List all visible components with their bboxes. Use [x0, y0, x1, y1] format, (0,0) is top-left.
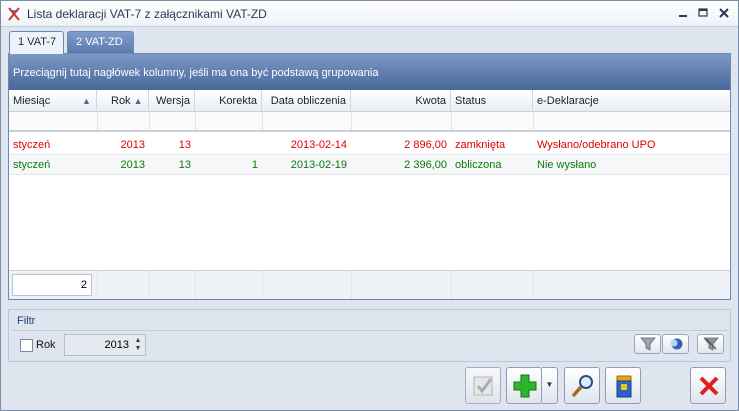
minimize-icon[interactable] [675, 6, 691, 20]
cell-edeklaracje: Nie wysłano [537, 159, 597, 171]
grid-summary-row: 2 [9, 270, 730, 299]
window-title: Lista deklaracji VAT-7 z załącznikami VA… [27, 7, 267, 21]
filter-title: Filtr [17, 315, 36, 327]
grid-header: Miesiąc ▲ Rok ▲ Wersja Korekta Data oblic… [9, 90, 730, 112]
close-button[interactable] [690, 367, 726, 404]
cell-edeklaracje: Wysłano/odebrano UPO [537, 139, 656, 151]
row-count: 2 [12, 274, 92, 296]
app-logo-icon [8, 7, 20, 21]
tab-vatzd[interactable]: 2 VAT-ZD [67, 31, 134, 53]
filter-clear-button[interactable] [697, 334, 724, 354]
year-spinner[interactable]: 2013 ▲ ▼ [64, 334, 146, 356]
tab-vat7[interactable]: 1 VAT-7 [9, 31, 64, 54]
spin-up-icon[interactable]: ▲ [133, 337, 143, 345]
column-label: Rok [111, 95, 131, 107]
cell-rok: 2013 [120, 159, 145, 171]
year-value: 2013 [104, 339, 129, 351]
close-window-icon[interactable] [716, 6, 732, 20]
filter-panel: Filtr Rok 2013 ▲ ▼ [8, 309, 731, 362]
title-bar: Lista deklaracji VAT-7 z załącznikami VA… [1, 1, 738, 27]
cell-miesiac: styczeń [13, 139, 51, 151]
cell-rok: 2013 [120, 139, 145, 151]
column-header-data[interactable]: Data obliczenia [262, 90, 351, 112]
rok-checkbox[interactable] [20, 339, 33, 352]
close-x-icon [699, 376, 719, 396]
cell-data: 2013-02-19 [290, 159, 347, 171]
cell-status: obliczona [455, 159, 502, 171]
grid-filter-row[interactable] [9, 112, 730, 132]
cell-kwota: 2 396,00 [404, 159, 447, 171]
cell-kwota: 2 896,00 [404, 139, 447, 151]
filter-button[interactable] [634, 334, 661, 354]
table-row[interactable]: styczeń 2013 13 1 2013-02-19 2 396,00 ob… [9, 155, 730, 175]
divider [11, 330, 728, 331]
spin-down-icon[interactable]: ▼ [133, 345, 143, 353]
funnel-icon [640, 337, 656, 351]
column-header-status[interactable]: Status [451, 90, 533, 112]
preview-button[interactable] [564, 367, 600, 404]
checkmark-icon [473, 376, 493, 396]
column-header-rok[interactable]: Rok ▲ [97, 90, 149, 112]
column-header-edeklaracje[interactable]: e-Deklaracje [533, 90, 730, 112]
group-by-panel[interactable]: Przeciągnij tutaj nagłówek kolumny, jeśl… [9, 54, 730, 90]
cell-miesiac: styczeń [13, 159, 51, 171]
approve-button[interactable] [465, 367, 501, 404]
cell-korekta [195, 135, 258, 155]
cell-data: 2013-02-14 [290, 139, 347, 151]
funnel-clear-icon [703, 337, 719, 351]
cell-wersja: 13 [178, 139, 191, 151]
column-header-korekta[interactable]: Korekta [195, 90, 262, 112]
add-dropdown-button[interactable]: ▼ [542, 367, 558, 404]
main-window: Lista deklaracji VAT-7 z załącznikami VA… [0, 0, 739, 411]
filter-active-button[interactable] [662, 334, 689, 354]
column-header-wersja[interactable]: Wersja [149, 90, 195, 112]
funnel-active-icon [670, 338, 683, 350]
cell-status: zamknięta [455, 139, 506, 151]
plus-icon [513, 374, 537, 398]
sort-asc-icon: ▲ [133, 96, 143, 106]
delete-button[interactable] [605, 367, 641, 404]
cell-korekta: 1 [251, 159, 258, 171]
sort-asc-icon: ▲ [82, 96, 91, 106]
rok-label: Rok [36, 339, 56, 351]
cell-wersja: 13 [178, 159, 191, 171]
chevron-down-icon: ▼ [545, 380, 554, 389]
maximize-icon[interactable] [695, 6, 711, 20]
table-row[interactable]: styczeń 2013 13 2013-02-14 2 896,00 zamk… [9, 135, 730, 155]
declarations-grid: Przeciągnij tutaj nagłówek kolumny, jeśl… [8, 53, 731, 300]
column-header-miesiac[interactable]: Miesiąc ▲ [9, 90, 97, 112]
magnifier-icon [571, 375, 593, 398]
add-button[interactable] [506, 367, 542, 404]
column-header-kwota[interactable]: Kwota [351, 90, 451, 112]
trash-bin-icon [616, 375, 632, 398]
column-label: Miesiąc [13, 95, 51, 107]
